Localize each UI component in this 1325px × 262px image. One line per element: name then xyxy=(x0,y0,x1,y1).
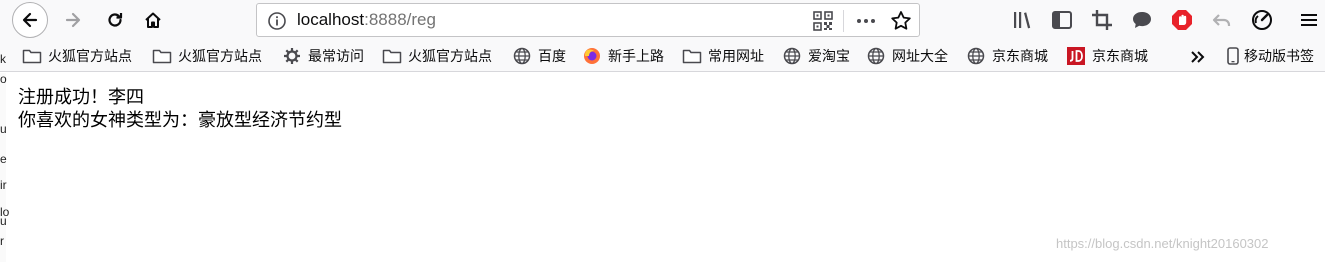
folder-icon xyxy=(152,49,172,64)
bookmark-star-icon[interactable] xyxy=(889,9,913,33)
edge-glyph: r xyxy=(0,234,4,248)
forward-button[interactable] xyxy=(58,6,88,34)
home-button[interactable] xyxy=(138,6,168,34)
globe-icon xyxy=(967,47,985,65)
jd-icon xyxy=(1067,47,1085,65)
edge-glyph: u xyxy=(0,214,7,228)
library-icon[interactable] xyxy=(1011,8,1035,32)
url-bar[interactable]: localhost:8888/reg xyxy=(256,3,920,37)
mobile-bookmarks[interactable]: 移动版书签 xyxy=(1226,46,1314,66)
preferred-type-message: 你喜欢的女神类型为：豪放型经济节约型 xyxy=(18,110,342,131)
navigation-toolbar: localhost:8888/reg xyxy=(0,0,1325,40)
browser-window: localhost:8888/reg 火狐官方站点 火狐官方站点 最常访问 火狐… xyxy=(0,0,1325,262)
bookmark-item[interactable]: 百度 xyxy=(512,46,566,66)
back-button[interactable] xyxy=(12,2,48,38)
bookmark-label: 百度 xyxy=(538,48,566,64)
bookmark-item[interactable]: 最常访问 xyxy=(282,46,364,66)
url-text[interactable]: localhost:8888/reg xyxy=(297,10,436,30)
bookmark-label: 京东商城 xyxy=(992,48,1048,64)
bookmark-item[interactable]: 火狐官方站点 xyxy=(152,46,262,66)
folder-icon xyxy=(22,49,42,64)
bookmark-label: 火狐官方站点 xyxy=(48,48,132,64)
globe-icon xyxy=(783,47,801,65)
sidebar-icon[interactable] xyxy=(1050,8,1074,32)
reload-icon xyxy=(108,13,123,27)
arrow-right-icon xyxy=(65,12,81,28)
url-path: :8888/reg xyxy=(364,10,436,29)
registration-success-message: 注册成功！李四 xyxy=(18,87,144,108)
edge-glyph: ir xyxy=(0,178,7,192)
chat-bubble-icon[interactable] xyxy=(1130,8,1154,32)
background-window-edge: k o u e ir lo u r xyxy=(0,53,9,262)
page-content: 注册成功！李四 你喜欢的女神类型为：豪放型经济节约型 xyxy=(18,86,342,132)
more-actions-icon[interactable] xyxy=(853,10,879,32)
arrow-left-icon xyxy=(22,12,38,28)
globe-icon xyxy=(867,47,885,65)
qr-code-icon[interactable] xyxy=(813,11,833,31)
bookmark-label: 爱淘宝 xyxy=(808,48,850,64)
bookmark-item[interactable]: 常用网址 xyxy=(682,46,764,66)
undo-icon[interactable] xyxy=(1210,8,1234,32)
url-host: localhost xyxy=(297,10,365,29)
mobile-icon xyxy=(1227,47,1239,65)
bookmark-item[interactable]: 新手上路 xyxy=(582,46,664,66)
bookmark-item[interactable]: 网址大全 xyxy=(866,46,948,66)
chevron-double-right-icon[interactable] xyxy=(1188,47,1208,67)
folder-icon xyxy=(682,49,702,64)
watermark: https://blog.csdn.net/knight20160302 xyxy=(1056,236,1269,251)
bookmark-item[interactable]: 京东商城 xyxy=(1066,46,1148,66)
bookmark-label: 网址大全 xyxy=(892,48,948,64)
adblock-icon[interactable] xyxy=(1170,8,1194,32)
menu-hamburger-icon[interactable] xyxy=(1297,8,1321,32)
bookmark-item[interactable]: 京东商城 xyxy=(966,46,1048,66)
bookmark-label: 火狐官方站点 xyxy=(178,48,262,64)
edge-glyph: u xyxy=(0,122,7,136)
edge-glyph: o xyxy=(0,72,7,86)
globe-icon xyxy=(513,47,531,65)
gear-icon xyxy=(284,48,300,64)
reload-button[interactable] xyxy=(100,6,130,34)
firefox-icon xyxy=(584,48,600,64)
bookmark-item[interactable]: 火狐官方站点 xyxy=(22,46,132,66)
bookmark-label: 常用网址 xyxy=(708,48,764,64)
bookmark-label: 火狐官方站点 xyxy=(408,48,492,64)
url-bar-separator xyxy=(843,10,844,32)
bookmarks-toolbar: 火狐官方站点 火狐官方站点 最常访问 火狐官方站点 百度 新手上路 常用网址 爱… xyxy=(0,40,1325,72)
bookmark-label: 京东商城 xyxy=(1092,48,1148,64)
edge-glyph: k xyxy=(0,52,6,66)
screenshot-crop-icon[interactable] xyxy=(1090,8,1114,32)
speed-dial-icon[interactable] xyxy=(1250,8,1274,32)
folder-icon xyxy=(382,49,402,64)
bookmark-label: 最常访问 xyxy=(308,48,364,64)
bookmark-label: 新手上路 xyxy=(608,48,664,64)
mobile-bookmarks-label: 移动版书签 xyxy=(1244,48,1314,64)
edge-glyph: e xyxy=(0,152,7,166)
info-icon[interactable] xyxy=(267,11,287,31)
bookmark-item[interactable]: 爱淘宝 xyxy=(782,46,850,66)
home-icon xyxy=(145,12,161,28)
bookmark-item[interactable]: 火狐官方站点 xyxy=(382,46,492,66)
